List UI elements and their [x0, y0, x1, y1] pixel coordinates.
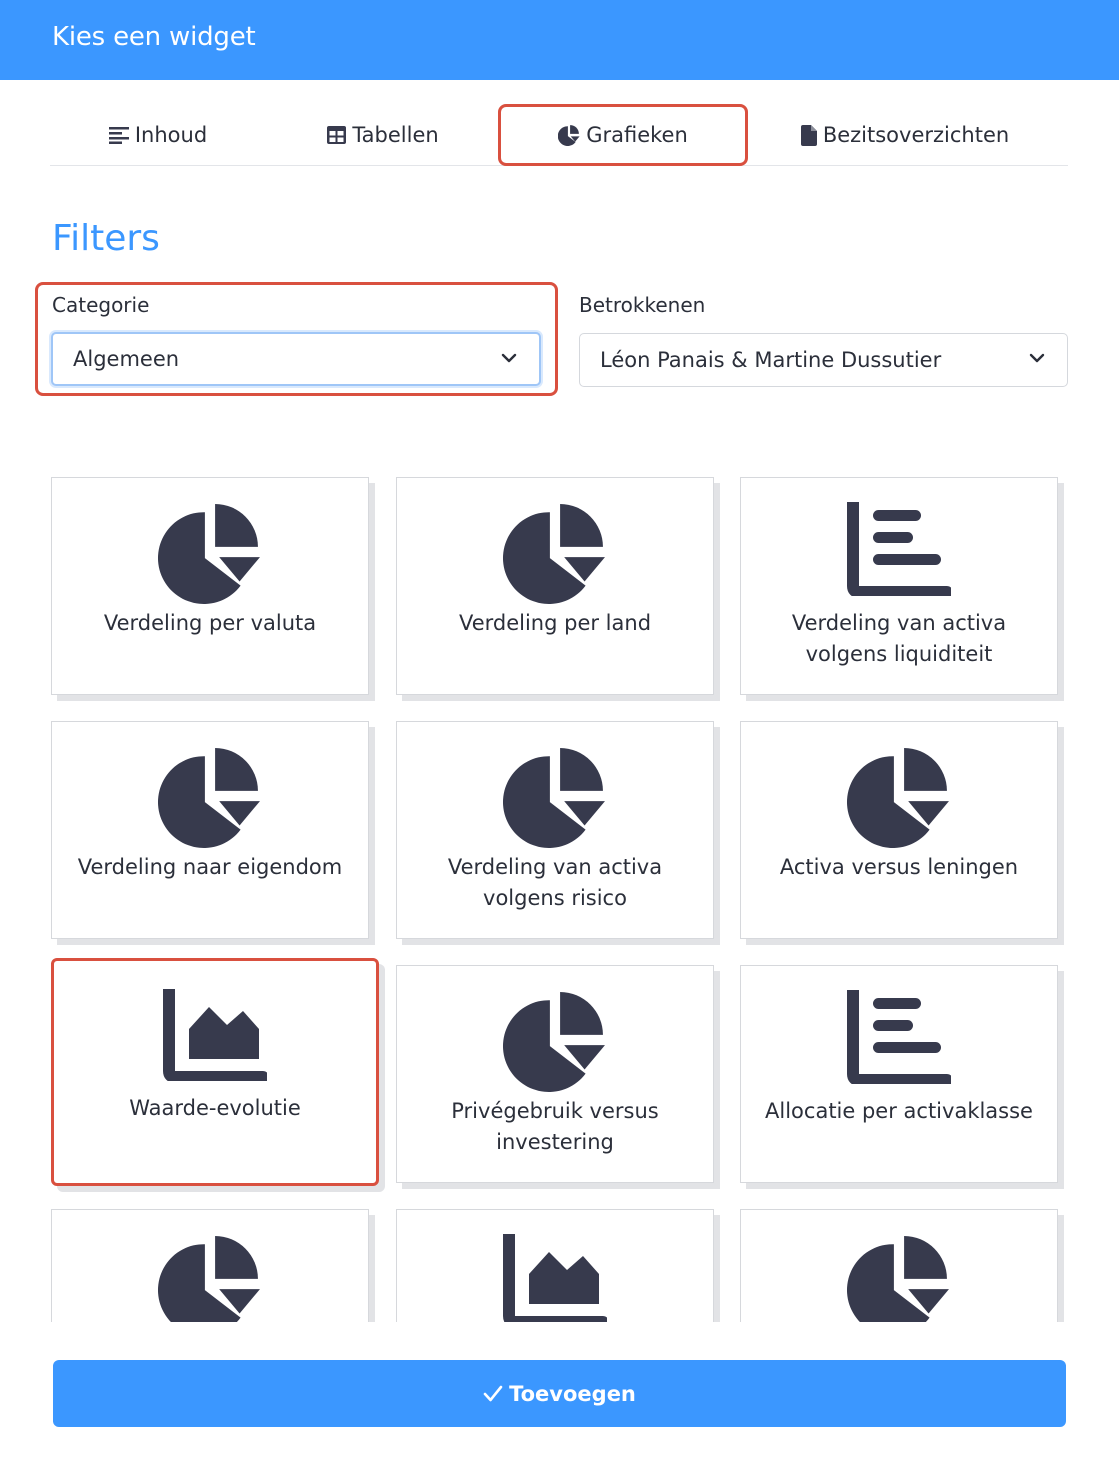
- betrokkenen-value: Léon Panais & Martine Dussutier: [600, 348, 942, 372]
- betrokkenen-label: Betrokkenen: [579, 293, 706, 317]
- tab-label: Grafieken: [586, 123, 688, 147]
- categorie-value: Algemeen: [73, 347, 180, 371]
- area-chart-icon: [163, 989, 267, 1081]
- widget-card[interactable]: Verdeling naar eigendom: [51, 721, 369, 939]
- widget-card[interactable]: Privégebruik versus investering: [396, 965, 714, 1183]
- tab-grafieken[interactable]: Grafieken: [498, 104, 748, 166]
- categorie-label: Categorie: [52, 293, 150, 317]
- betrokkenen-select[interactable]: Léon Panais & Martine Dussutier: [579, 333, 1068, 387]
- widget-card[interactable]: [740, 1209, 1058, 1322]
- widget-card[interactable]: [51, 1209, 369, 1322]
- widget-card[interactable]: Activa versus leningen: [740, 721, 1058, 939]
- widget-card[interactable]: Verdeling van activa volgens liquiditeit: [740, 477, 1058, 695]
- bar-chart-icon: [847, 502, 951, 596]
- widget-label: Allocatie per activaklasse: [765, 1099, 1033, 1123]
- table-icon: [327, 126, 347, 144]
- widget-label: Verdeling per valuta: [103, 611, 317, 635]
- widget-label: Verdeling van activa volgens risico: [447, 855, 663, 910]
- pie-chart-icon: [847, 1236, 949, 1322]
- pie-chart-icon: [502, 748, 605, 848]
- tab-bar: Inhoud Tabellen Grafieken Bezitsoverzich…: [50, 104, 1068, 166]
- widget-label: Privégebruik versus investering: [451, 1099, 659, 1154]
- widget-grid: Verdeling per valuta Verdeling per land …: [0, 440, 1119, 1322]
- pie-chart-icon: [846, 748, 949, 848]
- pie-chart-icon: [157, 504, 260, 604]
- align-left-icon: [108, 127, 129, 144]
- widget-card[interactable]: Allocatie per activaklasse: [740, 965, 1058, 1183]
- pie-chart-icon: [502, 504, 605, 604]
- widget-card[interactable]: [396, 1209, 714, 1322]
- pie-chart-icon: [158, 1236, 260, 1322]
- widget-label: Verdeling naar eigendom: [77, 855, 343, 879]
- chevron-down-icon: [501, 353, 517, 363]
- tab-label: Inhoud: [134, 123, 208, 147]
- widget-label: Activa versus leningen: [779, 855, 1019, 879]
- bar-chart-icon: [847, 990, 951, 1084]
- widget-card[interactable]: Verdeling per valuta: [51, 477, 369, 695]
- tab-label: Bezitsoverzichten: [822, 123, 1010, 147]
- modal-title: Kies een widget: [52, 22, 256, 52]
- add-button[interactable]: Toevoegen: [53, 1360, 1066, 1427]
- categorie-select[interactable]: Algemeen: [51, 332, 541, 386]
- modal-header: Kies een widget: [0, 0, 1119, 80]
- widget-card-selected[interactable]: Waarde-evolutie: [51, 958, 379, 1186]
- tab-inhoud[interactable]: Inhoud: [50, 104, 266, 166]
- tab-tabellen[interactable]: Tabellen: [290, 104, 476, 166]
- pie-chart-icon: [157, 748, 260, 848]
- area-chart-icon: [503, 1234, 607, 1322]
- add-button-label: Toevoegen: [509, 1381, 636, 1406]
- widget-label: Waarde-evolutie: [129, 1096, 301, 1120]
- widget-card[interactable]: Verdeling van activa volgens risico: [396, 721, 714, 939]
- check-icon: [483, 1385, 503, 1401]
- widget-label: Verdeling van activa volgens liquiditeit: [791, 611, 1007, 666]
- chevron-down-icon: [1029, 353, 1045, 363]
- pie-chart-icon: [502, 992, 605, 1092]
- tab-label: Tabellen: [352, 123, 439, 147]
- pie-chart-icon: [558, 125, 580, 146]
- widget-label: Verdeling per land: [458, 611, 652, 635]
- widget-card[interactable]: Verdeling per land: [396, 477, 714, 695]
- file-icon: [800, 124, 817, 146]
- filters-heading: Filters: [52, 218, 160, 259]
- tab-bezitsoverzichten[interactable]: Bezitsoverzichten: [780, 104, 1030, 166]
